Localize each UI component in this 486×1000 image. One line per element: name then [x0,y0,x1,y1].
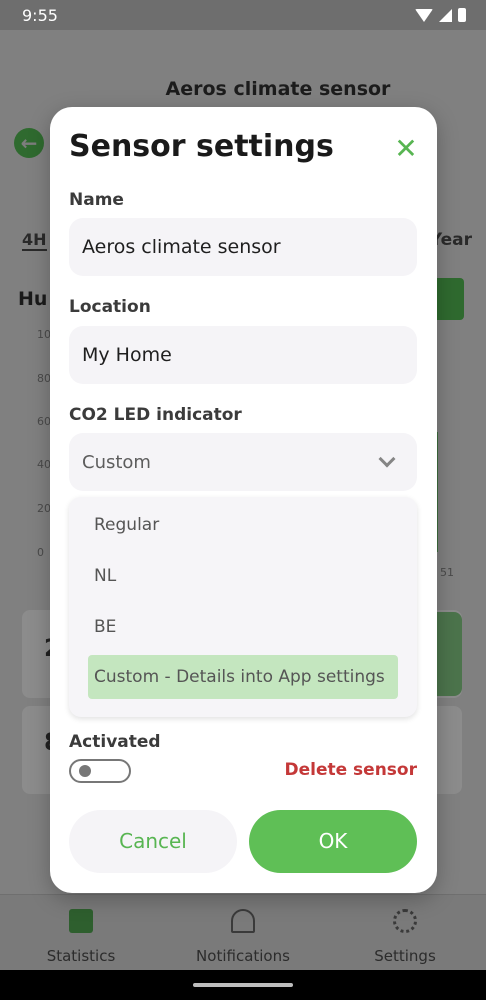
battery-icon [458,8,466,22]
axis-tick: 80 [37,372,51,385]
wifi-icon [415,8,433,22]
nav-label: Notifications [196,947,290,965]
gear-icon [393,909,417,933]
activated-toggle[interactable] [69,759,131,783]
status-icons [415,8,466,22]
nav-statistics[interactable]: Statistics [0,895,162,971]
activated-label: Activated [69,732,161,752]
close-icon[interactable]: ✕ [390,133,422,165]
co2-led-label: CO2 LED indicator [69,405,242,425]
location-input[interactable] [69,326,417,384]
axis-tick: 60 [37,415,51,428]
signal-icon [439,8,452,22]
axis-tick: 20 [37,502,51,515]
name-label: Name [69,190,124,210]
back-arrow-icon[interactable]: ← [14,128,44,158]
location-label: Location [69,297,151,317]
home-gesture-pill[interactable] [193,983,293,987]
co2-led-selected-value: Custom [82,452,151,473]
bottom-nav: Statistics Notifications Settings [0,894,486,970]
option-regular[interactable]: Regular [88,503,398,547]
co2-led-select[interactable]: Custom [69,433,417,491]
nav-notifications[interactable]: Notifications [162,895,324,971]
ok-button[interactable]: OK [249,810,417,873]
section-title: Hu [18,288,48,310]
status-bar: 9:55 [0,0,486,30]
option-nl[interactable]: NL [88,554,398,598]
range-tab-4h[interactable]: 4H [22,230,47,251]
status-time: 9:55 [22,6,58,25]
name-input[interactable] [69,218,417,276]
cancel-button[interactable]: Cancel [69,810,237,873]
dialog-title: Sensor settings [69,129,334,164]
system-navigation-bar [0,970,486,1000]
toggle-knob [79,765,91,777]
sensor-settings-dialog: Sensor settings ✕ Name Location CO2 LED … [50,107,437,893]
axis-tick: 40 [37,458,51,471]
co2-led-dropdown: Regular NL BE Custom - Details into App … [69,497,417,717]
chevron-down-icon [378,450,396,468]
nav-settings[interactable]: Settings [324,895,486,971]
nav-label: Statistics [46,947,116,965]
bar-chart-icon [69,909,93,933]
axis-tick: 10 [37,328,51,341]
nav-label: Settings [374,947,436,965]
option-custom[interactable]: Custom - Details into App settings [88,655,398,699]
delete-sensor-button[interactable]: Delete sensor [284,760,417,780]
axis-tick: 0 [37,546,44,559]
bell-icon [231,909,255,933]
option-be[interactable]: BE [88,605,398,649]
time-label: 51 [440,566,454,579]
screen-title: Aeros climate sensor [165,78,391,100]
